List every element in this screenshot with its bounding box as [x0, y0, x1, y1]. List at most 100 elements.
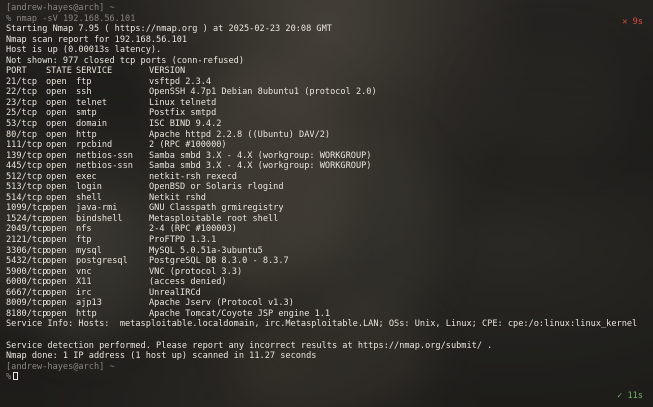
port-cell: 25/tcp: [6, 108, 38, 119]
port-row: 512/tcp open exec netkit-rsh rexecd: [6, 172, 647, 183]
port-row: 21/tcp open ftp vsftpd 2.3.4: [6, 77, 647, 88]
port-cell: 111/tcp: [6, 140, 43, 151]
scan-header: Starting Nmap 7.95 ( https://nmap.org ) …: [6, 24, 647, 66]
service-cell: smtp: [76, 108, 97, 119]
port-row: 80/tcp open http Apache httpd 2.2.8 ((Ubunt…: [6, 130, 647, 141]
state-cell: open: [46, 119, 67, 130]
port-cell: 6000/tcp: [6, 277, 48, 288]
terminal-window[interactable]: [andrew-hayes@arch] ~ % nmap -sV 192.168…: [0, 0, 653, 407]
service-cell: domain: [76, 119, 108, 130]
version-cell: Linux telnetd: [149, 97, 217, 108]
state-cell: open: [46, 287, 67, 298]
port-cell: 2121/tcp: [6, 235, 48, 246]
version-cell: Metasploitable root shell: [149, 213, 279, 224]
col-service: SERVICE: [76, 66, 113, 77]
prompt-user-host: [andrew-hayes@arch] ~: [6, 361, 115, 372]
col-state: STATE: [46, 66, 72, 77]
port-cell: 5432/tcp: [6, 256, 48, 267]
port-row: 23/tcp open telnet Linux telnetd: [6, 98, 647, 109]
state-cell: open: [46, 277, 67, 288]
service-cell: X11: [76, 277, 92, 288]
port-cell: 23/tcp: [6, 97, 38, 108]
state-cell: open: [46, 171, 67, 182]
port-row: 139/tcp open netbios-ssn Samba smbd 3.X - 4…: [6, 151, 647, 162]
service-cell: irc: [76, 287, 92, 298]
port-table: PORT STATE SERVICE VERSION 21/tcp open ftp…: [6, 66, 647, 319]
port-row: 1099/tcp open java-rmi GNU Classpath grmire…: [6, 203, 647, 214]
state-cell: open: [46, 308, 67, 319]
port-table-header: PORT STATE SERVICE VERSION: [6, 66, 647, 77]
port-row: 8180/tcp open http Apache Tomcat/Coyote JSP…: [6, 309, 647, 320]
port-cell: 5900/tcp: [6, 266, 48, 277]
port-row: 6667/tcp open irc UnrealIRCd: [6, 288, 647, 299]
output-line: Nmap scan report for 192.168.56.101: [6, 34, 188, 45]
service-cell: ftp: [76, 235, 92, 246]
service-cell: exec: [76, 171, 97, 182]
port-cell: 1524/tcp: [6, 213, 48, 224]
service-info: Service Info: Hosts: metasploitable.loca…: [6, 319, 638, 330]
state-cell: open: [46, 203, 67, 214]
output-line: Host is up (0.00013s latency).: [6, 45, 162, 56]
service-cell: vnc: [76, 266, 92, 277]
col-port: PORT: [6, 66, 27, 77]
text-cursor[interactable]: [13, 372, 19, 381]
version-cell: ISC BIND 9.4.2: [149, 119, 222, 130]
service-cell: postgresql: [76, 256, 128, 267]
version-cell: Samba smbd 3.X - 4.X (workgroup: WORKGRO…: [149, 150, 372, 161]
version-cell: ProFTPD 1.3.1: [149, 235, 217, 246]
output-line: Not shown: 977 closed tcp ports (conn-re…: [6, 55, 244, 66]
port-row: 2049/tcp open nfs 2-4 (RPC #100003): [6, 224, 647, 235]
version-cell: vsftpd 2.3.4: [149, 76, 212, 87]
port-row: 3306/tcp open mysql MySQL 5.0.51a-3ubuntu5: [6, 246, 647, 257]
port-row: 1524/tcp open bindshell Metasploitable root…: [6, 214, 647, 225]
service-cell: netbios-ssn: [76, 161, 133, 172]
port-cell: 3306/tcp: [6, 245, 48, 256]
state-cell: open: [46, 182, 67, 193]
port-cell: 513/tcp: [6, 182, 43, 193]
command-line: % nmap -sV 192.168.56.101: [6, 14, 647, 25]
prompt-user-host: [andrew-hayes@arch] ~: [6, 3, 115, 13]
state-cell: open: [46, 87, 67, 98]
service-cell: ssh: [76, 87, 92, 98]
port-cell: 1099/tcp: [6, 203, 48, 214]
scan-footer: Service detection performed. Please repo…: [6, 341, 647, 362]
output-line: Starting Nmap 7.95 ( https://nmap.org ) …: [6, 24, 332, 35]
service-cell: rpcbind: [76, 140, 113, 151]
input-line[interactable]: %: [6, 372, 647, 383]
port-cell: 53/tcp: [6, 119, 38, 130]
port-row: 111/tcp open rpcbind 2 (RPC #100000): [6, 140, 647, 151]
state-cell: open: [46, 129, 67, 140]
state-cell: open: [46, 224, 67, 235]
service-cell: http: [76, 308, 97, 319]
state-cell: open: [46, 298, 67, 309]
state-cell: open: [46, 256, 67, 267]
version-cell: GNU Classpath grmiregistry: [149, 203, 284, 214]
port-row: 5900/tcp open vnc VNC (protocol 3.3): [6, 267, 647, 278]
port-cell: 139/tcp: [6, 150, 43, 161]
port-cell: 22/tcp: [6, 87, 38, 98]
service-cell: telnet: [76, 97, 108, 108]
state-cell: open: [46, 150, 67, 161]
port-cell: 514/tcp: [6, 192, 43, 203]
service-cell: login: [76, 182, 102, 193]
state-cell: open: [46, 235, 67, 246]
col-version: VERSION: [149, 66, 186, 77]
port-row: 22/tcp open ssh OpenSSH 4.7p1 Debian 8ubunt…: [6, 87, 647, 98]
command-text: nmap -sV 192.168.56.101: [16, 13, 136, 24]
port-cell: 512/tcp: [6, 171, 43, 182]
port-cell: 21/tcp: [6, 76, 38, 87]
state-cell: open: [46, 161, 67, 172]
output-line: Nmap done: 1 IP address (1 host up) scan…: [6, 351, 317, 362]
port-row: 53/tcp open domain ISC BIND 9.4.2: [6, 119, 647, 130]
port-cell: 6667/tcp: [6, 287, 48, 298]
port-row: 8009/tcp open ajp13 Apache Jserv (Protocol …: [6, 298, 647, 309]
version-cell: 2-4 (RPC #100003): [149, 224, 237, 235]
service-cell: ajp13: [76, 298, 102, 309]
exit-status-ok-badge: ✓ 11s: [617, 391, 643, 401]
prompt-symbol: %: [6, 372, 12, 383]
port-cell: 80/tcp: [6, 129, 38, 140]
version-cell: Apache Jserv (Protocol v1.3): [149, 298, 294, 309]
version-cell: MySQL 5.0.51a-3ubuntu5: [149, 245, 263, 256]
port-row: 6000/tcp open X11 (access denied): [6, 277, 647, 288]
version-cell: Postfix smtpd: [149, 108, 217, 119]
